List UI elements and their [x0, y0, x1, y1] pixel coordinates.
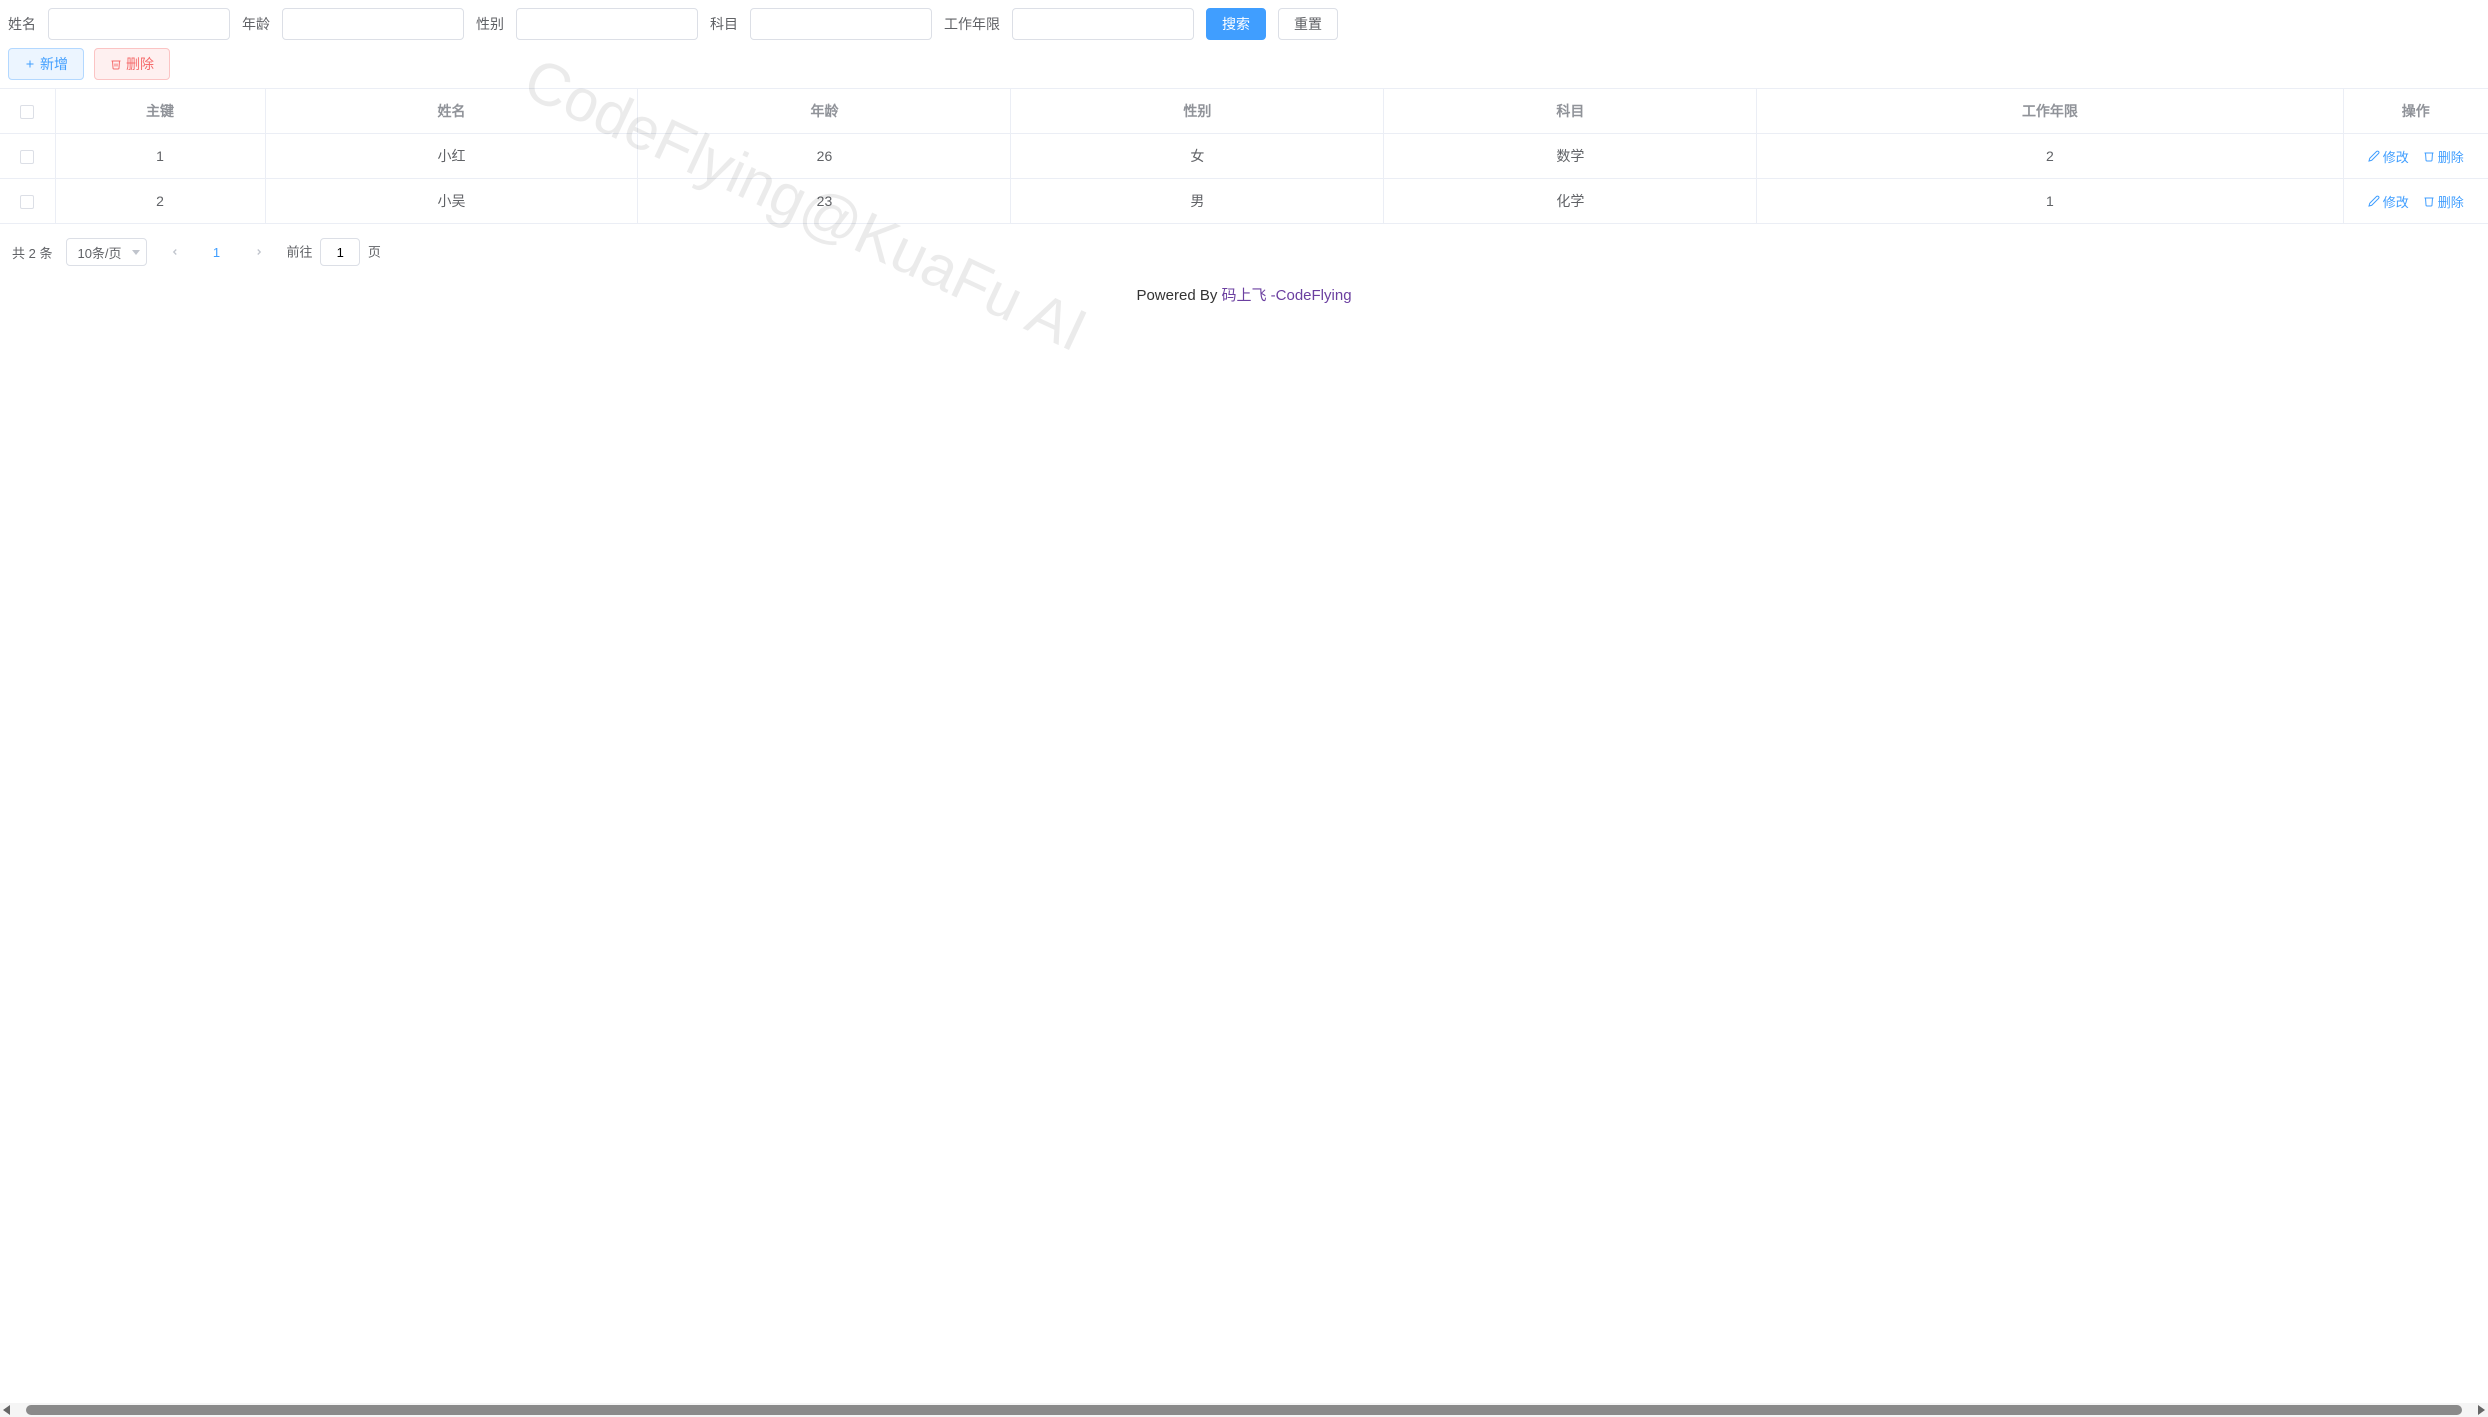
- search-button[interactable]: 搜索: [1206, 8, 1266, 40]
- cell-gender: 女: [1011, 134, 1384, 179]
- work-years-label: 工作年限: [944, 14, 1012, 34]
- next-page-button[interactable]: [245, 238, 273, 266]
- cell-name: 小吴: [265, 179, 638, 224]
- row-delete-button[interactable]: 删除: [2423, 147, 2464, 166]
- name-label: 姓名: [8, 14, 48, 34]
- scroll-right-icon: [2478, 1405, 2485, 1415]
- footer: Powered By 码上飞 -CodeFlying: [0, 280, 2488, 309]
- cell-gender: 男: [1011, 179, 1384, 224]
- cell-age: 26: [638, 134, 1011, 179]
- reset-button[interactable]: 重置: [1278, 8, 1338, 40]
- header-subject: 科目: [1384, 89, 1757, 134]
- trash-icon: [2423, 150, 2435, 162]
- scrollbar-thumb[interactable]: [26, 1405, 2462, 1415]
- delete-button[interactable]: 删除: [94, 48, 170, 80]
- pagination: 共 2 条 10条/页 1 前往 页: [0, 224, 2488, 280]
- edit-label: 修改: [2383, 147, 2409, 166]
- chevron-right-icon: [254, 247, 264, 257]
- prev-page-button[interactable]: [161, 238, 189, 266]
- cell-work-years: 2: [1757, 134, 2343, 179]
- cell-age: 23: [638, 179, 1011, 224]
- chevron-down-icon: [132, 250, 140, 255]
- edit-label: 修改: [2383, 192, 2409, 211]
- gender-input[interactable]: [516, 8, 698, 40]
- pagination-total: 共 2 条: [12, 243, 52, 262]
- subject-input[interactable]: [750, 8, 932, 40]
- cell-name: 小红: [265, 134, 638, 179]
- page-number[interactable]: 1: [203, 238, 231, 266]
- cell-subject: 数学: [1384, 134, 1757, 179]
- add-button-label: 新增: [40, 54, 68, 74]
- delete-label: 删除: [2438, 147, 2464, 166]
- search-form: 姓名 年龄 性别 科目 工作年限 搜索 重置: [0, 0, 2488, 48]
- cell-pk: 1: [55, 134, 265, 179]
- gender-label: 性别: [476, 14, 516, 34]
- goto-label: 前往: [287, 245, 313, 260]
- subject-label: 科目: [710, 14, 750, 34]
- page-suffix: 页: [368, 245, 381, 260]
- delete-label: 删除: [2438, 192, 2464, 211]
- add-button[interactable]: 新增: [8, 48, 84, 80]
- page-size-select[interactable]: 10条/页: [66, 238, 146, 266]
- cell-work-years: 1: [1757, 179, 2343, 224]
- header-name: 姓名: [265, 89, 638, 134]
- edit-button[interactable]: 修改: [2368, 147, 2409, 166]
- age-label: 年龄: [242, 14, 282, 34]
- header-gender: 性别: [1011, 89, 1384, 134]
- trash-icon: [110, 58, 122, 70]
- action-bar: 新增 删除: [0, 48, 2488, 88]
- plus-icon: [24, 58, 36, 70]
- cell-subject: 化学: [1384, 179, 1757, 224]
- trash-icon: [2423, 195, 2435, 207]
- footer-link[interactable]: 码上飞 -CodeFlying: [1222, 287, 1352, 304]
- header-age: 年龄: [638, 89, 1011, 134]
- horizontal-scrollbar[interactable]: [0, 1403, 2488, 1417]
- edit-button[interactable]: 修改: [2368, 192, 2409, 211]
- table-row: 2 小吴 23 男 化学 1 修改 删除: [0, 179, 2488, 224]
- select-all-checkbox[interactable]: [20, 105, 34, 119]
- header-op: 操作: [2343, 89, 2488, 134]
- scroll-left-icon: [3, 1405, 10, 1415]
- row-checkbox[interactable]: [20, 150, 34, 164]
- age-input[interactable]: [282, 8, 464, 40]
- footer-prefix: Powered By: [1136, 287, 1221, 304]
- page-jump-input[interactable]: [320, 238, 360, 266]
- page-size-value: 10条/页: [77, 243, 121, 262]
- delete-button-label: 删除: [126, 54, 154, 74]
- edit-icon: [2368, 150, 2380, 162]
- name-input[interactable]: [48, 8, 230, 40]
- cell-pk: 2: [55, 179, 265, 224]
- header-work-years: 工作年限: [1757, 89, 2343, 134]
- table-row: 1 小红 26 女 数学 2 修改 删除: [0, 134, 2488, 179]
- row-delete-button[interactable]: 删除: [2423, 192, 2464, 211]
- chevron-left-icon: [170, 247, 180, 257]
- header-pk: 主键: [55, 89, 265, 134]
- edit-icon: [2368, 195, 2380, 207]
- data-table: 主键 姓名 年龄 性别 科目 工作年限 操作 1 小红 26 女 数学 2 修改: [0, 88, 2488, 224]
- work-years-input[interactable]: [1012, 8, 1194, 40]
- row-checkbox[interactable]: [20, 195, 34, 209]
